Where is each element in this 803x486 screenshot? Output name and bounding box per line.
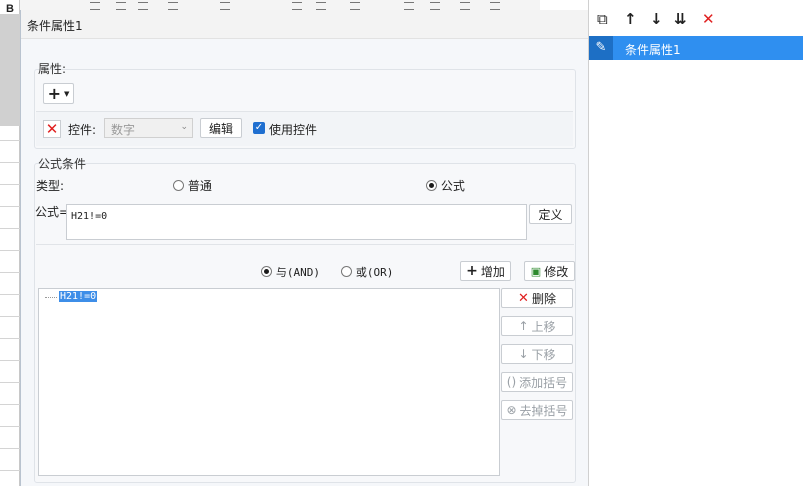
sheet-row-line	[0, 382, 20, 383]
radio-icon	[173, 180, 184, 191]
sheet-row-line	[0, 140, 20, 141]
plus-icon: +	[47, 83, 61, 103]
move-down-label: 下移	[531, 347, 556, 362]
radio-selected-icon	[261, 266, 272, 277]
sheet-row-line	[0, 316, 20, 317]
background-sheet-strip: B	[0, 0, 20, 486]
type-label: 类型:	[36, 179, 65, 193]
formula-group-label: 公式条件	[38, 157, 87, 171]
bold-toolbar-button[interactable]: B	[6, 3, 14, 15]
move-down-button[interactable]: ↓ 下移	[501, 344, 573, 364]
sheet-row-line	[0, 294, 20, 295]
condition-list[interactable]: H21!=0	[38, 288, 500, 476]
condition-list-item[interactable]: H21!=0	[59, 291, 98, 302]
logic-and-radio[interactable]: 与(AND)	[261, 264, 320, 280]
dialog-titlebar: 条件属性1	[21, 10, 589, 39]
sheet-row-line	[0, 338, 20, 339]
sheet-row-line	[0, 272, 20, 273]
remove-icon[interactable]: ✕	[702, 12, 715, 27]
sheet-row-line	[0, 470, 20, 471]
formula-label: 公式=	[35, 205, 70, 219]
sheet-row-line	[0, 184, 20, 185]
arrow-up-icon: ↑	[518, 319, 529, 333]
logic-or-radio[interactable]: 或(OR)	[341, 264, 393, 280]
logic-and-label: 与(AND)	[275, 266, 320, 279]
move-up-label: 上移	[531, 319, 556, 334]
divider	[36, 244, 574, 245]
add-parentheses-button[interactable]: () 添加括号	[501, 372, 573, 392]
sheet-row-line	[0, 250, 20, 251]
copy-icon[interactable]: ⧉	[597, 12, 608, 27]
move-to-bottom-icon[interactable]: ⇊	[674, 12, 687, 27]
delete-property-icon[interactable]: ✕	[43, 120, 61, 138]
dialog-title: 条件属性1	[27, 19, 83, 33]
sheet-row-line	[0, 404, 20, 405]
sheet-row-line	[0, 448, 20, 449]
chevron-down-icon: ⌄	[180, 122, 188, 132]
radio-icon	[341, 266, 352, 277]
arrow-down-icon: ↓	[518, 347, 529, 361]
delete-condition-button[interactable]: ✕ 删除	[501, 288, 573, 308]
control-label: 控件:	[68, 123, 97, 137]
delete-condition-label: 删除	[531, 291, 556, 306]
use-control-checkbox[interactable]: ✓	[253, 122, 265, 134]
add-condition-label: 增加	[480, 264, 505, 279]
formula-input-value: H21!=0	[71, 211, 108, 222]
add-parentheses-label: 添加括号	[519, 375, 568, 390]
radio-selected-icon	[426, 180, 437, 191]
remove-parentheses-button[interactable]: ⊗ 去掉括号	[501, 400, 573, 420]
modify-condition-button[interactable]: ▣ 修改	[524, 261, 575, 281]
condition-dialog: 条件属性1 属性: + ▼ ✕ 控件: 数字 ⌄ 编辑 ✓ 使用控件 公式条件 …	[20, 10, 589, 486]
add-condition-button[interactable]: + 增加	[460, 261, 511, 281]
condition-item-selected[interactable]: ✎ 条件属性1	[589, 36, 803, 60]
sheet-row-line	[0, 206, 20, 207]
sheet-row-line	[0, 228, 20, 229]
control-type-value: 数字	[111, 123, 136, 137]
sheet-row-line	[0, 360, 20, 361]
edit-button[interactable]: 编辑	[200, 118, 242, 138]
modify-icon: ▣	[530, 264, 542, 278]
type-normal-radio[interactable]: 普通	[173, 177, 212, 194]
remove-parentheses-icon: ⊗	[506, 403, 517, 417]
formula-input[interactable]: H21!=0	[66, 204, 527, 240]
move-down-icon[interactable]: ↓	[650, 12, 663, 27]
move-up-icon[interactable]: ↑	[624, 12, 637, 27]
delete-icon: ✕	[518, 290, 529, 306]
move-up-button[interactable]: ↑ 上移	[501, 316, 573, 336]
sheet-row-line	[0, 426, 20, 427]
logic-or-label: 或(OR)	[355, 266, 394, 279]
use-control-label: 使用控件	[269, 123, 318, 137]
define-button-label: 定义	[538, 207, 563, 222]
modify-condition-label: 修改	[544, 264, 569, 279]
remove-parentheses-label: 去掉括号	[519, 403, 568, 418]
plus-icon: +	[466, 263, 478, 279]
type-formula-radio[interactable]: 公式	[426, 177, 465, 194]
properties-group-label: 属性:	[38, 62, 67, 76]
control-type-select[interactable]: 数字 ⌄	[104, 118, 193, 138]
sheet-row-line	[0, 162, 20, 163]
background-sheet-header	[0, 14, 20, 126]
edit-button-label: 编辑	[208, 121, 233, 136]
condition-list-panel: ⧉ ↑ ↓ ⇊ ✕ ✎ 条件属性1	[588, 0, 803, 486]
parentheses-icon: ()	[506, 375, 517, 389]
add-property-button[interactable]: + ▼	[43, 83, 74, 104]
tree-line	[45, 297, 57, 298]
type-formula-label: 公式	[440, 179, 465, 193]
chevron-down-icon: ▼	[64, 89, 70, 98]
condition-item-label: 条件属性1	[625, 43, 681, 57]
type-normal-label: 普通	[187, 179, 212, 193]
pencil-icon: ✎	[589, 36, 613, 60]
define-button[interactable]: 定义	[529, 204, 572, 224]
